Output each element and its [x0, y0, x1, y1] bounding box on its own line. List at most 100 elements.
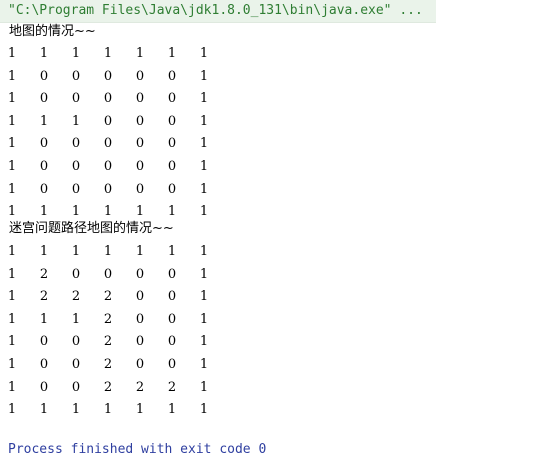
- grid-row: 1 1 1 0 0 0 1: [0, 113, 260, 131]
- grid-cell: 1: [7, 159, 17, 174]
- grid-cell: 1: [103, 244, 113, 259]
- grid-row: 1 1 1 1 1 1 1: [0, 401, 260, 419]
- grid-row: 1 0 0 0 0 0 1: [0, 158, 260, 176]
- grid-cell: 1: [199, 357, 209, 372]
- grid-cell: 1: [39, 311, 49, 327]
- grid-cell: 1: [7, 46, 17, 61]
- grid-cell: 0: [135, 334, 145, 350]
- grid-cell: 1: [167, 244, 177, 259]
- grid-cell: 1: [199, 379, 209, 395]
- grid-cell: 0: [167, 334, 177, 350]
- grid-cell: 0: [39, 68, 49, 84]
- grid-cell: 0: [167, 159, 177, 174]
- grid-cell: 1: [7, 334, 17, 350]
- grid-cell: 0: [167, 136, 177, 152]
- grid-cell: 0: [167, 289, 177, 305]
- grid-row: 1 2 0 0 0 0 1: [0, 266, 260, 284]
- grid-cell: 1: [7, 181, 17, 197]
- grid-cell: 0: [71, 357, 81, 372]
- grid-cell: 1: [7, 204, 17, 220]
- grid-cell: 1: [199, 204, 209, 220]
- grid-cell: 0: [135, 266, 145, 282]
- grid-cell: 1: [199, 68, 209, 84]
- grid-cell: 1: [39, 244, 49, 259]
- grid-row: 1 0 0 2 0 0 1: [0, 333, 260, 351]
- grid-cell: 1: [199, 244, 209, 259]
- grid-cell: 1: [7, 113, 17, 129]
- grid-cell: 1: [7, 311, 17, 327]
- grid-cell: 1: [7, 244, 17, 259]
- grid-cell: 1: [7, 136, 17, 152]
- grid-cell: 1: [199, 266, 209, 282]
- grid-cell: 2: [135, 379, 145, 395]
- grid-cell: 0: [135, 289, 145, 305]
- grid-cell: 1: [199, 181, 209, 197]
- grid-cell: 0: [167, 113, 177, 129]
- grid-cell: 1: [39, 46, 49, 61]
- grid-cell: 0: [135, 181, 145, 197]
- grid-cell: 2: [103, 379, 113, 395]
- grid-row: 1 1 1 1 1 1 1: [0, 45, 260, 63]
- grid-cell: 0: [71, 379, 81, 395]
- command-text[interactable]: "C:\Program Files\Java\jdk1.8.0_131\bin\…: [8, 2, 423, 20]
- grid-cell: 1: [7, 379, 17, 395]
- run-console: "C:\Program Files\Java\jdk1.8.0_131\bin\…: [0, 0, 560, 468]
- grid-row: 1 0 0 0 0 0 1: [0, 90, 260, 108]
- grid-cell: 1: [135, 204, 145, 220]
- grid-cell: 0: [103, 159, 113, 174]
- grid-cell: 1: [7, 402, 17, 418]
- grid-cell: 2: [39, 289, 49, 305]
- grid-cell: 0: [71, 266, 81, 282]
- grid-cell: 1: [39, 204, 49, 220]
- grid-cell: 0: [39, 357, 49, 372]
- grid-cell: 2: [103, 311, 113, 327]
- grid-cell: 0: [103, 181, 113, 197]
- grid-cell: 0: [71, 181, 81, 197]
- grid-row: 1 1 1 1 1 1 1: [0, 243, 260, 261]
- grid-row: 1 0 0 0 0 0 1: [0, 181, 260, 199]
- grid-cell: 2: [39, 266, 49, 282]
- grid-cell: 0: [103, 68, 113, 84]
- grid-cell: 1: [199, 46, 209, 61]
- grid-cell: 1: [199, 136, 209, 152]
- grid-cell: 0: [167, 266, 177, 282]
- grid-cell: 0: [135, 159, 145, 174]
- grid-cell: 1: [199, 159, 209, 174]
- exit-message: Process finished with exit code 0: [8, 442, 267, 457]
- grid-cell: 0: [39, 334, 49, 350]
- grid-cell: 1: [71, 402, 81, 418]
- grid-cell: 1: [199, 289, 209, 305]
- grid-cell: 1: [71, 244, 81, 259]
- grid-cell: 1: [71, 113, 81, 129]
- grid-cell: 1: [135, 402, 145, 418]
- grid-row: 1 1 1 2 0 0 1: [0, 311, 260, 329]
- grid-cell: 0: [103, 113, 113, 129]
- grid-cell: 0: [167, 91, 177, 107]
- grid-cell: 2: [71, 289, 81, 305]
- grid-cell: 1: [7, 266, 17, 282]
- grid-cell: 0: [135, 311, 145, 327]
- grid-cell: 0: [103, 266, 113, 282]
- grid-cell: 1: [199, 311, 209, 327]
- grid-cell: 1: [135, 244, 145, 259]
- grid-cell: 1: [71, 46, 81, 61]
- grid-cell: 0: [135, 91, 145, 107]
- grid-row: 1 0 0 0 0 0 1: [0, 135, 260, 153]
- path-label: 迷宫问题路径地图的情况~~: [9, 221, 174, 236]
- grid-row: 1 2 2 2 0 0 1: [0, 288, 260, 306]
- grid-cell: 2: [103, 289, 113, 305]
- grid-cell: 0: [71, 68, 81, 84]
- map-label: 地图的情况~~: [9, 24, 96, 39]
- grid-cell: 2: [167, 379, 177, 395]
- grid-cell: 1: [7, 289, 17, 305]
- grid-cell: 1: [7, 68, 17, 84]
- grid-cell: 1: [103, 46, 113, 61]
- grid-cell: 1: [7, 91, 17, 107]
- grid-cell: 1: [199, 402, 209, 418]
- grid-cell: 1: [39, 402, 49, 418]
- grid-cell: 1: [103, 204, 113, 220]
- grid-cell: 0: [39, 181, 49, 197]
- grid-cell: 1: [167, 402, 177, 418]
- grid-cell: 2: [103, 334, 113, 350]
- grid-cell: 1: [135, 46, 145, 61]
